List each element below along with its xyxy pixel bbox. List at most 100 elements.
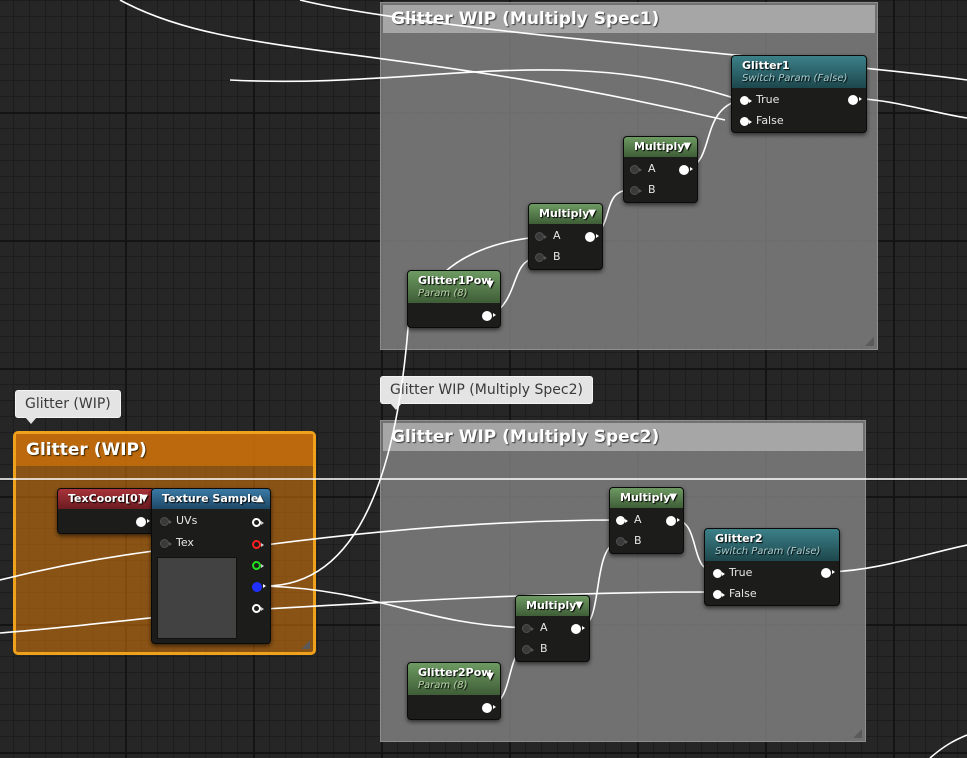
output-pin-icon[interactable]: [679, 165, 693, 175]
triangle-down-icon[interactable]: ▼: [486, 671, 494, 682]
node-header[interactable]: Glitter1 Switch Param (False): [732, 56, 866, 88]
input-pin-icon[interactable]: [535, 232, 547, 241]
pin-a[interactable]: A: [630, 162, 656, 178]
pin-label: B: [648, 183, 656, 196]
triangle-down-icon[interactable]: ▼: [575, 600, 583, 611]
input-pin-icon[interactable]: [522, 624, 534, 633]
triangle-down-icon[interactable]: ▼: [588, 208, 596, 219]
node-header[interactable]: Multiply ▼: [516, 596, 589, 616]
wire: [264, 519, 621, 546]
pin-a[interactable]: A: [522, 621, 548, 637]
pin-tex[interactable]: Tex: [160, 536, 194, 552]
node-title: Glitter1: [742, 59, 790, 72]
pin-false[interactable]: False: [740, 114, 784, 130]
pin-label: A: [648, 162, 656, 175]
pin-a[interactable]: A: [535, 229, 561, 245]
input-pin-icon[interactable]: [160, 539, 172, 548]
output-pin-icon[interactable]: [585, 232, 599, 242]
pin-true[interactable]: True: [740, 93, 779, 109]
triangle-down-icon[interactable]: ▼: [683, 141, 691, 152]
pin-label: UVs: [176, 514, 198, 527]
node-title: Glitter2Pow: [418, 666, 492, 679]
pin-label: B: [553, 250, 561, 263]
node-subtitle: Param (8): [418, 680, 468, 691]
pin-label: B: [634, 534, 642, 547]
node-title: Multiply: [620, 491, 671, 504]
pin-label: True: [729, 566, 753, 579]
input-pin-icon[interactable]: [630, 186, 642, 195]
wire: [829, 544, 967, 573]
input-pin-icon[interactable]: [713, 590, 725, 599]
input-pin-icon[interactable]: [630, 165, 642, 174]
node-title: TexCoord[0]: [68, 492, 143, 505]
triangle-down-icon[interactable]: ▼: [669, 492, 677, 503]
pin-label: A: [540, 621, 548, 634]
pin-label: B: [540, 642, 548, 655]
pin-label: A: [553, 229, 561, 242]
wire: [929, 734, 967, 758]
input-pin-icon[interactable]: [616, 537, 628, 546]
node-header[interactable]: Multiply ▼: [610, 488, 683, 508]
blue-output-pin-icon[interactable]: [252, 582, 266, 592]
node-subtitle: Param (8): [418, 288, 468, 299]
node-header[interactable]: Multiply ▼: [529, 204, 602, 224]
output-pin-icon[interactable]: [821, 568, 835, 578]
node-header[interactable]: Multiply ▼: [624, 137, 697, 157]
input-pin-icon[interactable]: [740, 117, 752, 126]
node-header[interactable]: Glitter2 Switch Param (False): [705, 529, 839, 561]
wire: [264, 591, 713, 610]
multiply-node[interactable]: Multiply ▼ A B: [623, 136, 698, 203]
output-pin-icon[interactable]: [848, 95, 862, 105]
pin-label: Tex: [176, 536, 194, 549]
pin-false[interactable]: False: [713, 587, 757, 603]
node-subtitle: Switch Param (False): [715, 546, 821, 557]
multiply-node[interactable]: Multiply ▼ A B: [609, 487, 684, 554]
node-title: Texture Sample: [162, 492, 259, 505]
node-header[interactable]: Texture Sample ▲: [152, 489, 270, 509]
texture-preview: [157, 557, 237, 639]
triangle-down-icon[interactable]: ▼: [140, 493, 148, 504]
multiply-node[interactable]: Multiply ▼ A B: [528, 203, 603, 270]
pin-b[interactable]: B: [616, 534, 642, 550]
output-pin-icon[interactable]: [666, 516, 680, 526]
node-title: Multiply: [634, 140, 685, 153]
node-title: Glitter2: [715, 532, 763, 545]
input-pin-icon[interactable]: [713, 569, 725, 578]
pin-a[interactable]: A: [616, 513, 642, 529]
multiply-node[interactable]: Multiply ▼ A B: [515, 595, 590, 662]
input-pin-icon[interactable]: [522, 645, 534, 654]
node-title: Glitter1Pow: [418, 274, 492, 287]
pin-b[interactable]: B: [535, 250, 561, 266]
input-pin-icon[interactable]: [160, 517, 172, 526]
pin-uvs[interactable]: UVs: [160, 514, 197, 530]
wire: [264, 299, 411, 587]
rgb-output-pin-icon[interactable]: [252, 518, 264, 527]
glitter2-node[interactable]: Glitter2 Switch Param (False) True False: [704, 528, 840, 606]
input-pin-icon[interactable]: [535, 253, 547, 262]
output-pin-icon[interactable]: [482, 311, 496, 321]
triangle-up-icon[interactable]: ▲: [256, 493, 264, 504]
glitter1pow-node[interactable]: Glitter1Pow Param (8) ▼: [407, 270, 501, 328]
pin-true[interactable]: True: [713, 566, 752, 582]
node-header[interactable]: Glitter2Pow Param (8) ▼: [408, 663, 500, 695]
alpha-output-pin-icon[interactable]: [252, 604, 264, 613]
red-output-pin-icon[interactable]: [252, 540, 264, 549]
node-header[interactable]: TexCoord[0] ▼: [58, 489, 154, 509]
texture-sample-node[interactable]: Texture Sample ▲ UVs Tex: [151, 488, 271, 644]
pin-b[interactable]: B: [630, 183, 656, 199]
output-pin-icon[interactable]: [482, 703, 496, 713]
input-pin-icon[interactable]: [740, 96, 752, 105]
wire: [864, 98, 967, 119]
node-header[interactable]: Glitter1Pow Param (8) ▼: [408, 271, 500, 303]
input-pin-icon[interactable]: [616, 516, 628, 525]
green-output-pin-icon[interactable]: [252, 561, 264, 570]
output-pin-icon[interactable]: [136, 517, 150, 527]
glitter1-node[interactable]: Glitter1 Switch Param (False) True False: [731, 55, 867, 133]
wire: [229, 69, 741, 101]
glitter2pow-node[interactable]: Glitter2Pow Param (8) ▼: [407, 662, 501, 720]
triangle-down-icon[interactable]: ▼: [486, 279, 494, 290]
output-pin-icon[interactable]: [571, 624, 585, 634]
pin-label: False: [729, 587, 757, 600]
texcoord-node[interactable]: TexCoord[0] ▼: [57, 488, 155, 534]
pin-b[interactable]: B: [522, 642, 548, 658]
